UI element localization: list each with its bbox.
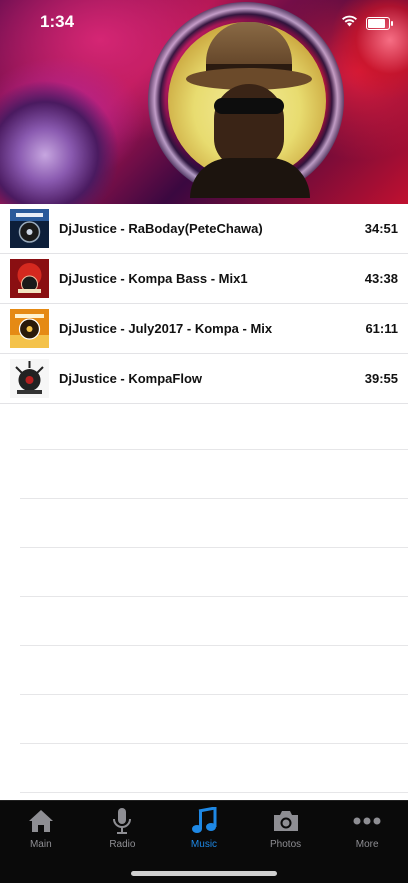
- empty-row-separator: [20, 744, 408, 793]
- face-graphic: [214, 84, 284, 168]
- track-duration: 43:38: [364, 271, 398, 286]
- track-title: DjJustice - Kompa Bass - Mix1: [59, 271, 248, 286]
- status-icons: [341, 14, 393, 32]
- home-icon: [26, 807, 56, 835]
- track-title: DjJustice - July2017 - Kompa - Mix: [59, 321, 273, 336]
- battery-icon: [366, 16, 393, 30]
- track-duration: 61:11: [365, 321, 398, 336]
- tab-photos-label: Photos: [270, 839, 302, 850]
- track-title: DjJustice - RaBoday(PeteChawa): [59, 221, 263, 236]
- track-title: DjJustice - KompaFlow: [59, 371, 203, 386]
- headphone-left-graphic: [0, 80, 120, 204]
- tab-music[interactable]: Music: [163, 801, 245, 857]
- empty-row-separator: [20, 450, 408, 499]
- track-thumbnail: [10, 209, 49, 248]
- empty-row-separator: [20, 499, 408, 548]
- app-screen: 1:34 DjJustice - RaBoday(PeteChawa) 34:5…: [0, 0, 408, 883]
- tab-main-label: Main: [29, 839, 52, 850]
- more-dots-icon: [352, 807, 382, 835]
- track-row[interactable]: DjJustice - Kompa Bass - Mix1 43:38: [0, 254, 408, 304]
- track-thumbnail: [10, 359, 49, 398]
- shirt-graphic: [190, 158, 310, 198]
- camera-icon: [271, 807, 301, 835]
- tab-more-label: More: [355, 839, 379, 850]
- track-duration: 39:55: [364, 371, 398, 386]
- track-row[interactable]: DjJustice - KompaFlow 39:55: [0, 354, 408, 404]
- track-row[interactable]: DjJustice - July2017 - Kompa - Mix 61:11: [0, 304, 408, 354]
- tab-bar: Main Radio Music Photos More: [0, 800, 408, 883]
- status-time: 1:34: [40, 12, 75, 31]
- empty-row-separator: [20, 695, 408, 744]
- home-indicator[interactable]: [131, 871, 277, 876]
- music-note-icon: [189, 807, 219, 835]
- track-duration: 34:51: [364, 221, 398, 236]
- track-row[interactable]: DjJustice - RaBoday(PeteChawa) 34:51: [0, 204, 408, 254]
- tab-more[interactable]: More: [326, 801, 408, 857]
- status-bar: 1:34: [0, 0, 408, 44]
- wifi-icon: [341, 14, 358, 32]
- tab-main[interactable]: Main: [0, 801, 82, 857]
- battery-level: [368, 18, 386, 28]
- tab-radio-label: Radio: [109, 839, 136, 850]
- empty-row-separator: [20, 548, 408, 597]
- track-list: DjJustice - RaBoday(PeteChawa) 34:51 DjJ…: [0, 204, 408, 404]
- tab-photos[interactable]: Photos: [245, 801, 327, 857]
- tab-radio[interactable]: Radio: [82, 801, 164, 857]
- tab-music-label: Music: [190, 839, 218, 850]
- empty-list-area: [20, 401, 408, 793]
- empty-row-separator: [20, 646, 408, 695]
- empty-row-separator: [20, 401, 408, 450]
- empty-row-separator: [20, 597, 408, 646]
- track-thumbnail: [10, 309, 49, 348]
- microphone-icon: [107, 807, 137, 835]
- track-thumbnail: [10, 259, 49, 298]
- sunglasses-graphic: [214, 98, 284, 114]
